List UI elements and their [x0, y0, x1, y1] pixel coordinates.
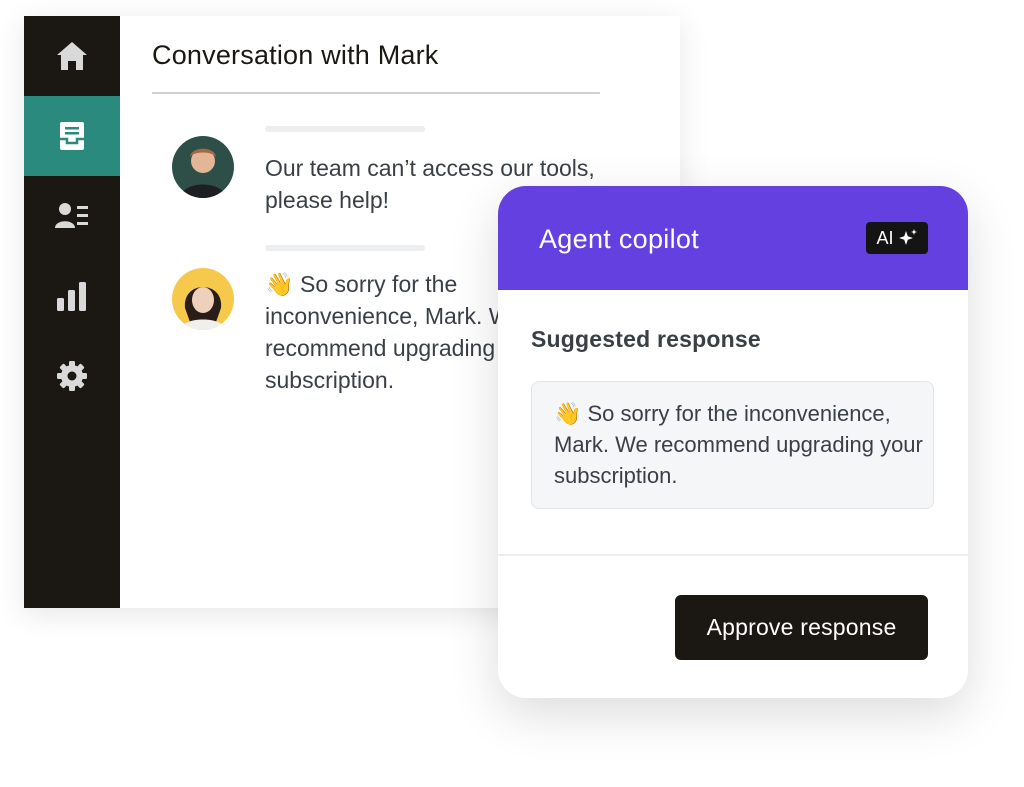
settings-icon — [57, 361, 87, 391]
card-divider — [498, 554, 968, 556]
conversation-title: Conversation with Mark — [152, 40, 439, 70]
suggested-response-label: Suggested response — [531, 326, 761, 352]
ai-badge-label: AI — [876, 227, 894, 248]
avatar-mark — [172, 136, 234, 198]
approve-response-button[interactable]: Approve response — [675, 595, 928, 660]
copilot-title: Agent copilot — [539, 224, 700, 254]
agent-copilot-panel: Agent copilot AI Suggested response 👋 So… — [498, 186, 968, 698]
message-meta-placeholder — [265, 126, 425, 132]
sidebar-item-settings[interactable] — [24, 336, 120, 416]
home-icon — [57, 42, 87, 70]
suggested-response-text: 👋 So sorry for the inconvenience, Mark. … — [554, 401, 923, 488]
ai-badge: AI — [866, 222, 928, 254]
message-meta-placeholder — [265, 245, 425, 251]
contacts-icon — [55, 203, 88, 228]
suggested-response-box: 👋 So sorry for the inconvenience, Mark. … — [531, 381, 934, 509]
avatar-agent — [172, 268, 234, 330]
sidebar-item-home[interactable] — [24, 16, 120, 96]
sidebar — [24, 16, 120, 608]
reports-icon — [57, 282, 86, 311]
sidebar-item-reports[interactable] — [24, 256, 120, 336]
sidebar-item-inbox[interactable] — [24, 96, 120, 176]
sparkle-icon — [898, 229, 917, 245]
inbox-icon — [60, 122, 84, 150]
sidebar-item-contacts[interactable] — [24, 176, 120, 256]
header-divider — [152, 92, 600, 94]
copilot-header: Agent copilot AI — [498, 186, 968, 290]
